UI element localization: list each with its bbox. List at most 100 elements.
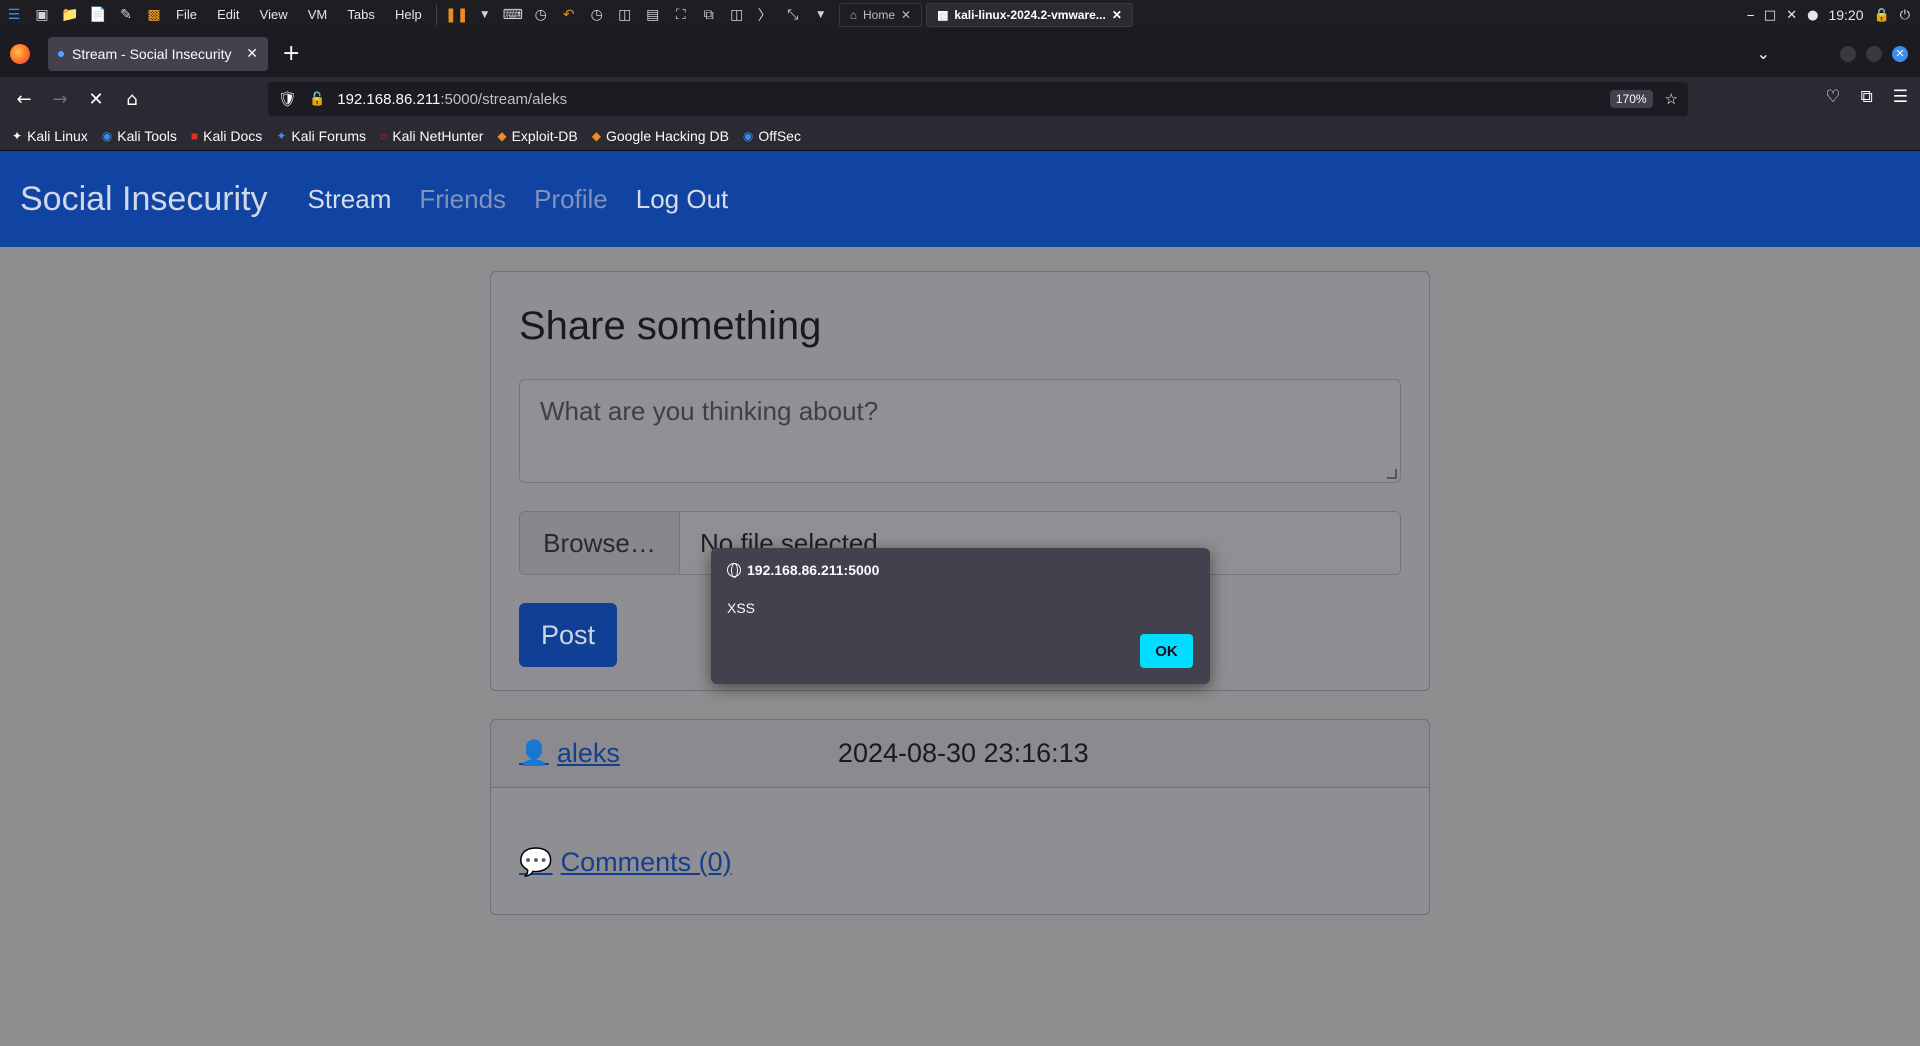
close-tab-icon[interactable]: ✕: [246, 45, 258, 62]
close-icon[interactable]: ✕: [1112, 8, 1122, 22]
maximize-icon[interactable]: □: [1764, 8, 1776, 23]
new-tab-icon[interactable]: +: [282, 41, 300, 66]
revert-icon[interactable]: ↶: [558, 4, 580, 26]
file-manager-icon[interactable]: 📁: [59, 4, 81, 26]
bookmark-offsec[interactable]: ◉ OffSec: [743, 128, 801, 144]
bookmark-label: Kali Docs: [203, 127, 263, 144]
bookmark-star-icon[interactable]: ☆: [1665, 90, 1678, 108]
menu-icon[interactable]: ☰: [1893, 87, 1908, 107]
resize-handle-icon[interactable]: [1387, 469, 1397, 479]
comment-icon: 💬: [519, 847, 553, 877]
site-brand[interactable]: Social Insecurity: [20, 180, 268, 219]
nethunter-icon: ○: [380, 128, 388, 143]
update-icon[interactable]: ●: [1807, 8, 1818, 23]
power-icon[interactable]: ⏻: [1900, 8, 1910, 23]
bookmark-label: Exploit-DB: [511, 127, 578, 144]
bookmark-kali-docs[interactable]: ■ Kali Docs: [191, 128, 262, 144]
vmware-icon[interactable]: ▩: [143, 4, 165, 26]
stop-loading-icon[interactable]: ✕: [84, 89, 108, 110]
bookmark-google-hacking-db[interactable]: ◆ Google Hacking DB: [592, 128, 729, 144]
browser-tab[interactable]: Stream - Social Insecurity ✕: [48, 36, 268, 71]
bookmark-label: Kali Linux: [27, 127, 88, 144]
snapshot-manager-icon[interactable]: ◷: [586, 4, 608, 26]
back-icon[interactable]: ←: [12, 89, 36, 110]
kali-tools-icon: ◉: [101, 128, 113, 143]
minimize-window-button[interactable]: [1840, 45, 1856, 62]
chevron-down-icon[interactable]: ▼: [474, 4, 496, 26]
extensions-icon[interactable]: ⧉: [1861, 87, 1873, 107]
stretch-icon[interactable]: ⤡: [782, 4, 804, 26]
unity-icon[interactable]: ⧉: [698, 4, 720, 26]
desktop-icon[interactable]: ▣: [31, 4, 53, 26]
bookmarks-bar: ✦ Kali Linux ◉ Kali Tools ■ Kali Docs ✦ Kali…: [0, 121, 1920, 151]
comments-link[interactable]: 💬 Comments (0): [519, 846, 732, 878]
vm-tab-kali[interactable]: ▩ kali-linux-2024.2-vmware... ✕: [926, 3, 1133, 27]
alert-ok-button[interactable]: OK: [1140, 634, 1193, 668]
bookmark-kali-nethunter[interactable]: ○ Kali NetHunter: [380, 128, 483, 144]
kali-menu-icon[interactable]: ☰: [3, 4, 25, 26]
bookmark-kali-linux[interactable]: ✦ Kali Linux: [12, 128, 88, 144]
bookmark-kali-tools[interactable]: ◉ Kali Tools: [102, 128, 177, 144]
forward-icon[interactable]: →: [48, 89, 72, 110]
close-window-button[interactable]: ✕: [1892, 45, 1908, 62]
nav-logout[interactable]: Log Out: [636, 184, 729, 215]
offsec-icon: ◉: [742, 128, 754, 143]
os-top-panel: ☰ ▣ 📁 📄 ✎ ▩ File Edit View VM Tabs Help …: [0, 0, 1920, 30]
bookmark-exploit-db[interactable]: ◆ Exploit-DB: [497, 128, 577, 144]
post-date: 2024-08-30 23:16:13: [837, 738, 1089, 768]
vm-tab-home[interactable]: ⌂ Home ✕: [838, 3, 923, 27]
alert-message: XSS: [727, 600, 756, 616]
menu-help[interactable]: Help: [395, 7, 422, 22]
document-icon[interactable]: 📄: [87, 4, 109, 26]
zoom-badge[interactable]: 170%: [1609, 90, 1653, 108]
browse-button[interactable]: Browse…: [520, 512, 680, 574]
user-icon: 👤: [519, 740, 549, 767]
home-icon[interactable]: ⌂: [120, 89, 144, 110]
pause-icon[interactable]: ❚❚: [445, 4, 468, 26]
fullscreen-icon[interactable]: ⛶: [670, 4, 692, 26]
url-bar[interactable]: 🛡 🔓 192.168.86.211 :5000/stream/aleks 17…: [268, 82, 1688, 116]
close-icon[interactable]: ✕: [1786, 8, 1797, 23]
pocket-icon[interactable]: ♡: [1825, 87, 1840, 107]
textarea-placeholder: What are you thinking about?: [540, 396, 879, 426]
nav-friends[interactable]: Friends: [419, 184, 506, 215]
vmware-menu: File Edit View VM Tabs Help: [168, 7, 430, 23]
post-author: aleks: [556, 738, 620, 768]
menu-vm[interactable]: VM: [308, 7, 328, 22]
menu-tabs[interactable]: Tabs: [347, 7, 374, 22]
lock-icon[interactable]: 🔒: [1874, 8, 1890, 23]
layout-bottom-icon[interactable]: ▤: [642, 4, 664, 26]
menu-edit[interactable]: Edit: [217, 7, 239, 22]
nav-profile[interactable]: Profile: [534, 184, 608, 215]
lock-icon[interactable]: 🔓: [309, 91, 325, 107]
maximize-window-button[interactable]: [1866, 45, 1882, 62]
kali-docs-icon: ■: [190, 128, 199, 143]
browser-tab-strip: Stream - Social Insecurity ✕ + ⌄ ✕: [0, 30, 1920, 77]
chevron-down-icon[interactable]: ▼: [810, 4, 832, 26]
post-textarea[interactable]: What are you thinking about?: [519, 379, 1401, 483]
snapshot-icon[interactable]: ◷: [530, 4, 552, 26]
kali-forums-icon: ✦: [276, 128, 287, 143]
url-path: :5000/stream/aleks: [440, 90, 568, 108]
layout-sidebar-icon[interactable]: ◫: [614, 4, 636, 26]
display-icon[interactable]: ◫: [726, 4, 748, 26]
home-icon: ⌂: [849, 8, 857, 22]
post-author-link[interactable]: 👤 aleks: [519, 738, 620, 769]
vm-icon: ▩: [937, 8, 949, 22]
shield-icon[interactable]: 🛡: [278, 90, 297, 108]
post-button[interactable]: Post: [519, 603, 617, 667]
bookmark-kali-forums[interactable]: ✦ Kali Forums: [276, 128, 366, 144]
list-tabs-icon[interactable]: ⌄: [1757, 44, 1770, 63]
menu-file[interactable]: File: [176, 7, 197, 22]
alert-origin-text: 192.168.86.211:5000: [747, 562, 880, 578]
menu-view[interactable]: View: [260, 7, 288, 22]
tab-title: Stream - Social Insecurity: [72, 45, 232, 62]
minimize-icon[interactable]: ⎯: [1747, 8, 1754, 23]
pin-icon[interactable]: ✎: [115, 4, 137, 26]
close-icon[interactable]: ✕: [901, 8, 911, 22]
web-page: Social Insecurity Stream Friends Profile…: [0, 151, 1920, 1046]
browser-nav-bar: ← → ✕ ⌂ 🛡 🔓 192.168.86.211 :5000/stream/…: [0, 77, 1920, 121]
nav-stream[interactable]: Stream: [308, 184, 392, 215]
send-keys-icon[interactable]: ⌨: [502, 4, 524, 26]
terminal-icon[interactable]: 〉: [754, 4, 776, 26]
